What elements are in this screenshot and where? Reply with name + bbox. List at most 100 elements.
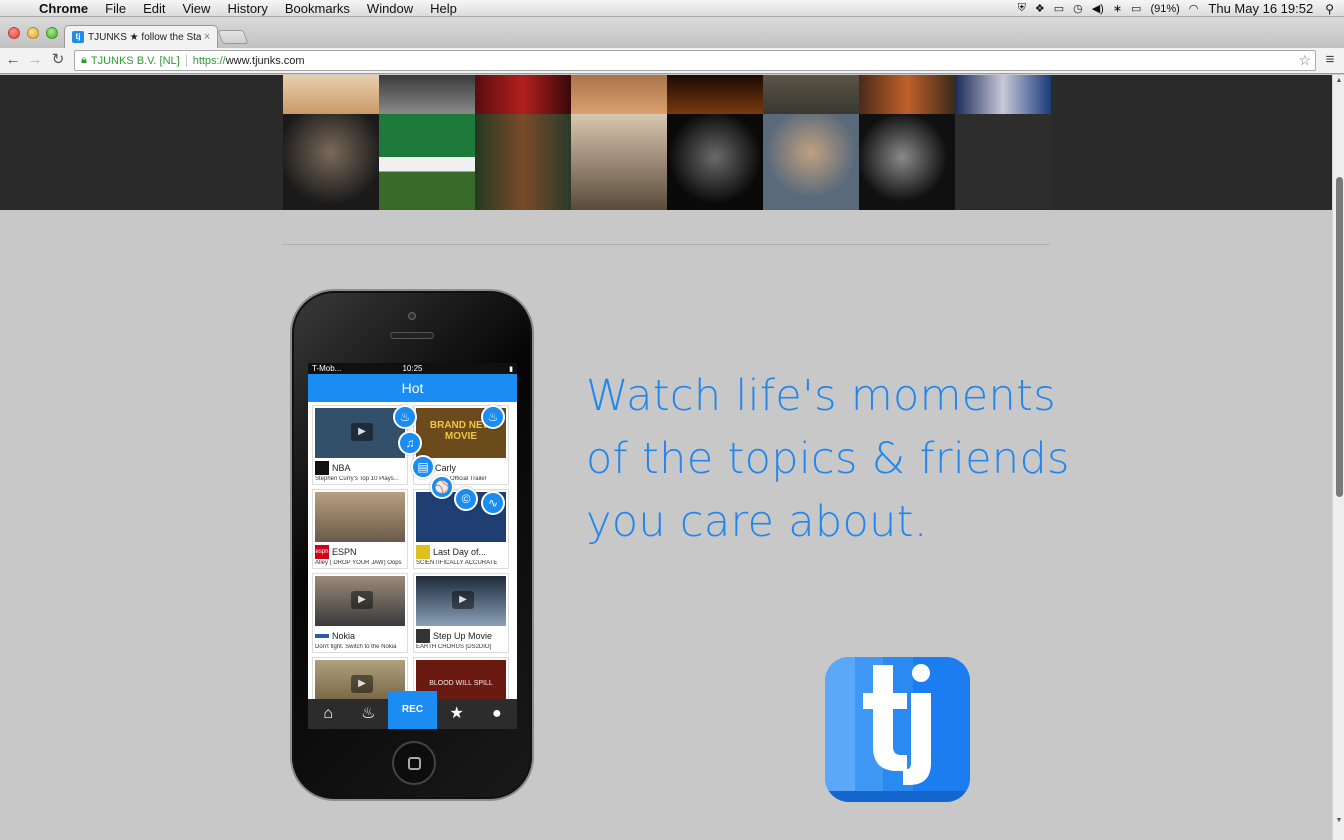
scrollbar-thumb[interactable]	[1336, 177, 1343, 497]
photo-tile[interactable]	[667, 114, 763, 210]
wifi-icon[interactable]: ◠	[1189, 2, 1199, 15]
fire-bubble-icon[interactable]: ♨	[481, 405, 505, 429]
window-zoom-button[interactable]	[46, 27, 58, 39]
menu-help[interactable]: Help	[430, 1, 457, 16]
section-divider	[282, 244, 1050, 245]
photo-tile[interactable]	[475, 75, 571, 114]
browser-tab-active[interactable]: tj TJUNKS ★ follow the Stars ×	[64, 25, 218, 48]
menu-history[interactable]: History	[227, 1, 267, 16]
apple-menu-icon[interactable]	[15, 1, 29, 15]
bluetooth-icon[interactable]: ∗	[1113, 2, 1122, 15]
menubar-clock[interactable]: Thu May 16 19:52	[1208, 1, 1313, 16]
menu-file[interactable]: File	[105, 1, 126, 16]
channel-name: Nokia	[332, 631, 356, 641]
scroll-up-icon[interactable]: ▲	[1335, 77, 1343, 84]
video-card[interactable]: ▶ Nokia Don't fight. Switch to the Nokia	[312, 573, 408, 653]
back-arrow-icon[interactable]: ←	[4, 51, 22, 69]
url-scheme: https://	[192, 54, 226, 67]
phone-time: 10:25	[402, 364, 423, 373]
phone-screen: T-Mob... 10:25 ▮ Hot ▶ NBA Stephen Curry…	[308, 363, 517, 729]
app-tab-bar: ⌂ ♨ REC ★ ●	[308, 691, 517, 729]
menu-bookmarks[interactable]: Bookmarks	[285, 1, 350, 16]
photo-tile[interactable]	[763, 114, 859, 210]
profile-tab-icon[interactable]: ●	[477, 699, 517, 729]
tab-close-icon[interactable]: ×	[201, 31, 213, 43]
bookmark-star-icon[interactable]: ☆	[1298, 52, 1311, 69]
star-tab-icon[interactable]: ★	[437, 699, 477, 729]
tagline-line-3: you care about.	[586, 497, 928, 547]
sports-bubble-icon[interactable]: ⚾	[430, 475, 454, 499]
photo-tile[interactable]	[763, 75, 859, 114]
time-machine-icon[interactable]: ◷	[1073, 2, 1083, 15]
page-scrollbar[interactable]: ▲ ▼	[1332, 75, 1344, 840]
channel-logo: espn	[315, 545, 329, 559]
photo-tile[interactable]	[379, 114, 475, 210]
trending-bubble-icon[interactable]: ∿	[481, 491, 505, 515]
battery-icon[interactable]: ▭	[1131, 2, 1141, 15]
video-card[interactable]: espn ESPN Alley ( DROP YOUR JAW) Oops	[312, 489, 408, 569]
web-page: T-Mob... 10:25 ▮ Hot ▶ NBA Stephen Curry…	[0, 75, 1332, 840]
photo-tile[interactable]	[571, 114, 667, 210]
hot-tab-icon[interactable]: ♨	[348, 699, 388, 729]
play-icon: ▶	[452, 591, 474, 609]
address-bar[interactable]: 🔒︎ TJUNKS B.V. [NL] https:// www.tjunks.…	[74, 50, 1316, 71]
chrome-menu-icon[interactable]: ≡	[1322, 51, 1338, 69]
tab-title: TJUNKS ★ follow the Stars	[88, 31, 201, 43]
video-card[interactable]: ▶ Step Up Movie EARTH CHORUS [DS2DIO]	[413, 573, 509, 653]
channel-name: Step Up Movie	[433, 631, 493, 641]
photo-tile[interactable]	[859, 114, 955, 210]
photo-tile[interactable]	[283, 75, 379, 114]
volume-icon[interactable]: ◀)	[1092, 2, 1104, 15]
reload-icon[interactable]: ↻	[49, 51, 67, 69]
forward-arrow-icon[interactable]: →	[26, 51, 44, 69]
photo-tile[interactable]	[283, 114, 379, 210]
channel-name: iCarly	[433, 463, 457, 473]
tagline-line-2: of the topics & friends	[586, 434, 1070, 484]
photo-mosaic	[283, 75, 1051, 210]
menu-window[interactable]: Window	[367, 1, 413, 16]
photo-tile[interactable]	[379, 75, 475, 114]
video-title: Don't fight. Switch to the Nokia	[315, 644, 397, 650]
display-icon[interactable]: ▭	[1054, 2, 1064, 15]
channel-logo	[416, 629, 430, 643]
new-tab-button[interactable]	[217, 30, 249, 44]
shield-icon[interactable]: ⛨	[1018, 2, 1026, 15]
menu-app-chrome[interactable]: Chrome	[39, 1, 88, 16]
photo-tile[interactable]	[667, 75, 763, 114]
video-title: SCIENTIFICALLY ACCURATE	[416, 560, 498, 566]
dropbox-icon[interactable]: ❖	[1035, 2, 1045, 15]
phone-mockup: T-Mob... 10:25 ▮ Hot ▶ NBA Stephen Curry…	[290, 289, 534, 801]
photo-tile[interactable]	[571, 75, 667, 114]
menu-edit[interactable]: Edit	[143, 1, 165, 16]
rec-tab-button[interactable]: REC	[388, 691, 437, 729]
lock-icon[interactable]: 🔒︎	[81, 54, 87, 67]
photo-tile[interactable]	[955, 75, 1051, 114]
film-bubble-icon[interactable]: ▤	[411, 455, 435, 479]
window-minimize-button[interactable]	[27, 27, 39, 39]
video-thumbnail: ▶	[315, 576, 405, 626]
photo-tile[interactable]	[475, 114, 571, 210]
copyright-bubble-icon[interactable]: ©	[454, 487, 478, 511]
photo-tile[interactable]	[955, 114, 1051, 210]
menu-view[interactable]: View	[182, 1, 210, 16]
hero-tagline: Watch life's moments of the topics & fri…	[586, 365, 1106, 554]
url-host: www.tjunks.com	[225, 54, 305, 67]
mac-menubar: Chrome File Edit View History Bookmarks …	[0, 0, 1344, 17]
channel-name: Last Day of...	[433, 547, 487, 557]
ev-certificate-label[interactable]: TJUNKS B.V. [NL]	[91, 54, 187, 67]
music-bubble-icon[interactable]: ♫	[398, 431, 422, 455]
scroll-down-icon[interactable]: ▼	[1335, 817, 1343, 824]
spotlight-search-icon[interactable]: ⚲	[1325, 2, 1334, 16]
window-close-button[interactable]	[8, 27, 20, 39]
home-tab-icon[interactable]: ⌂	[308, 699, 348, 729]
channel-logo	[315, 634, 329, 638]
play-icon: ▶	[351, 591, 373, 609]
menubar-status-area: ⛨ ❖ ▭ ◷ ◀) ∗ ▭ (91%) ◠ Thu May 16 19:52 …	[1009, 0, 1344, 17]
fire-bubble-icon[interactable]: ♨	[393, 405, 417, 429]
phone-home-button	[392, 741, 436, 785]
photo-tile[interactable]	[859, 75, 955, 114]
channel-name: ESPN	[332, 547, 357, 557]
play-icon: ▶	[351, 423, 373, 441]
tjunks-app-logo[interactable]	[825, 657, 970, 802]
channel-name: NBA	[332, 463, 351, 473]
